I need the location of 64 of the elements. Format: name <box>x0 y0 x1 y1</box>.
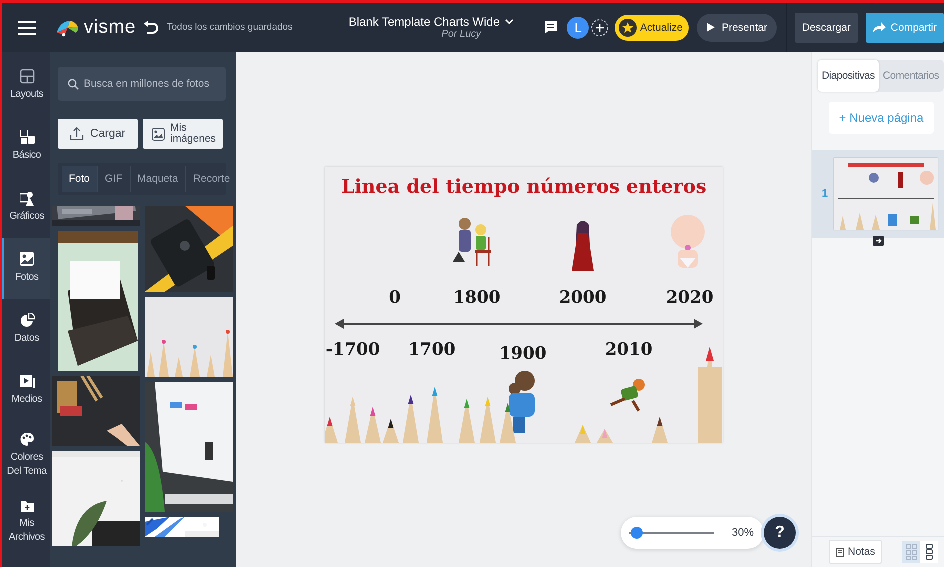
slide-title: Linea del tiempo números enteros <box>340 176 706 198</box>
year-label: 2010 <box>604 340 652 360</box>
my-images-button[interactable]: Mis imágenes <box>143 119 223 149</box>
slide-number: 1 <box>822 188 828 200</box>
year-label: 1800 <box>452 288 500 308</box>
add-slide-icon[interactable] <box>872 236 884 246</box>
year-label: 1700 <box>408 340 456 360</box>
logo-text: visme <box>84 16 136 38</box>
upload-button[interactable]: Cargar <box>58 119 138 149</box>
figure-drawing <box>452 218 490 266</box>
sidebar-item[interactable]: Medios <box>2 360 50 421</box>
slider-thumb[interactable] <box>631 527 644 539</box>
add-user-icon[interactable] <box>591 18 610 36</box>
list-view-icon <box>924 544 935 560</box>
blocks-icon <box>20 130 34 145</box>
save-status: Todos los cambios guardados <box>167 22 293 33</box>
sidebar-item[interactable]: Layouts <box>2 55 50 116</box>
figure-drawing <box>670 214 704 268</box>
video-icon <box>20 374 34 389</box>
graphics-icon <box>20 191 34 206</box>
upload-icon <box>70 127 84 141</box>
grid-view-icon <box>906 544 917 560</box>
sidebar-item[interactable]: Gráficos <box>2 177 50 238</box>
document-title[interactable]: Blank Template Charts Wide <box>348 15 500 29</box>
figure-drawing <box>609 378 644 412</box>
menu-icon[interactable] <box>18 20 36 36</box>
filter-tab[interactable]: Foto <box>62 166 98 192</box>
sidebar-item[interactable]: Mis Archivos <box>2 489 50 553</box>
caret-icon[interactable] <box>505 19 514 25</box>
image-icon <box>152 128 164 140</box>
year-label: -1700 <box>325 340 380 360</box>
view-toggle[interactable] <box>920 541 938 563</box>
comment-icon[interactable] <box>545 21 558 34</box>
sidebar-item[interactable]: Colores Del Tema <box>2 421 50 489</box>
search-field[interactable]: Busca en millones de fotos <box>58 67 226 101</box>
upgrade-button[interactable]: Actualize <box>615 14 689 40</box>
year-label: 0 <box>388 288 400 308</box>
filter-tab[interactable]: GIF <box>97 166 130 192</box>
view-toggle[interactable] <box>902 541 920 563</box>
figure-drawing <box>508 370 534 432</box>
logo-icon <box>56 18 80 36</box>
notes-icon <box>836 548 844 556</box>
layout-icon <box>20 69 34 84</box>
panel-tab[interactable]: Diapositivas <box>818 60 880 92</box>
download-button[interactable]: Descargar <box>795 12 858 42</box>
zoom-reading: 30% <box>732 527 754 539</box>
image-icon <box>20 252 34 267</box>
share-arrow-icon <box>872 22 886 33</box>
year-label: 2020 <box>666 288 714 308</box>
pie-chart-icon <box>20 313 34 328</box>
year-label: 1900 <box>498 344 546 364</box>
sidebar-item[interactable]: Básico <box>2 116 50 177</box>
notes-button[interactable]: Notas <box>829 540 882 564</box>
figure-drawing <box>572 220 594 270</box>
year-label: 2000 <box>558 288 606 308</box>
palette-icon <box>20 432 34 446</box>
author-label: Por Lucy <box>442 29 482 40</box>
present-button[interactable]: Presentar <box>696 14 778 42</box>
undo-icon[interactable] <box>143 20 158 34</box>
help-button[interactable]: ? <box>764 517 796 549</box>
play-icon <box>706 23 715 32</box>
sidebar-item[interactable]: Datos <box>2 299 50 360</box>
filter-tab[interactable]: Maqueta <box>130 166 186 192</box>
sidebar-item[interactable]: Fotos <box>2 238 50 299</box>
